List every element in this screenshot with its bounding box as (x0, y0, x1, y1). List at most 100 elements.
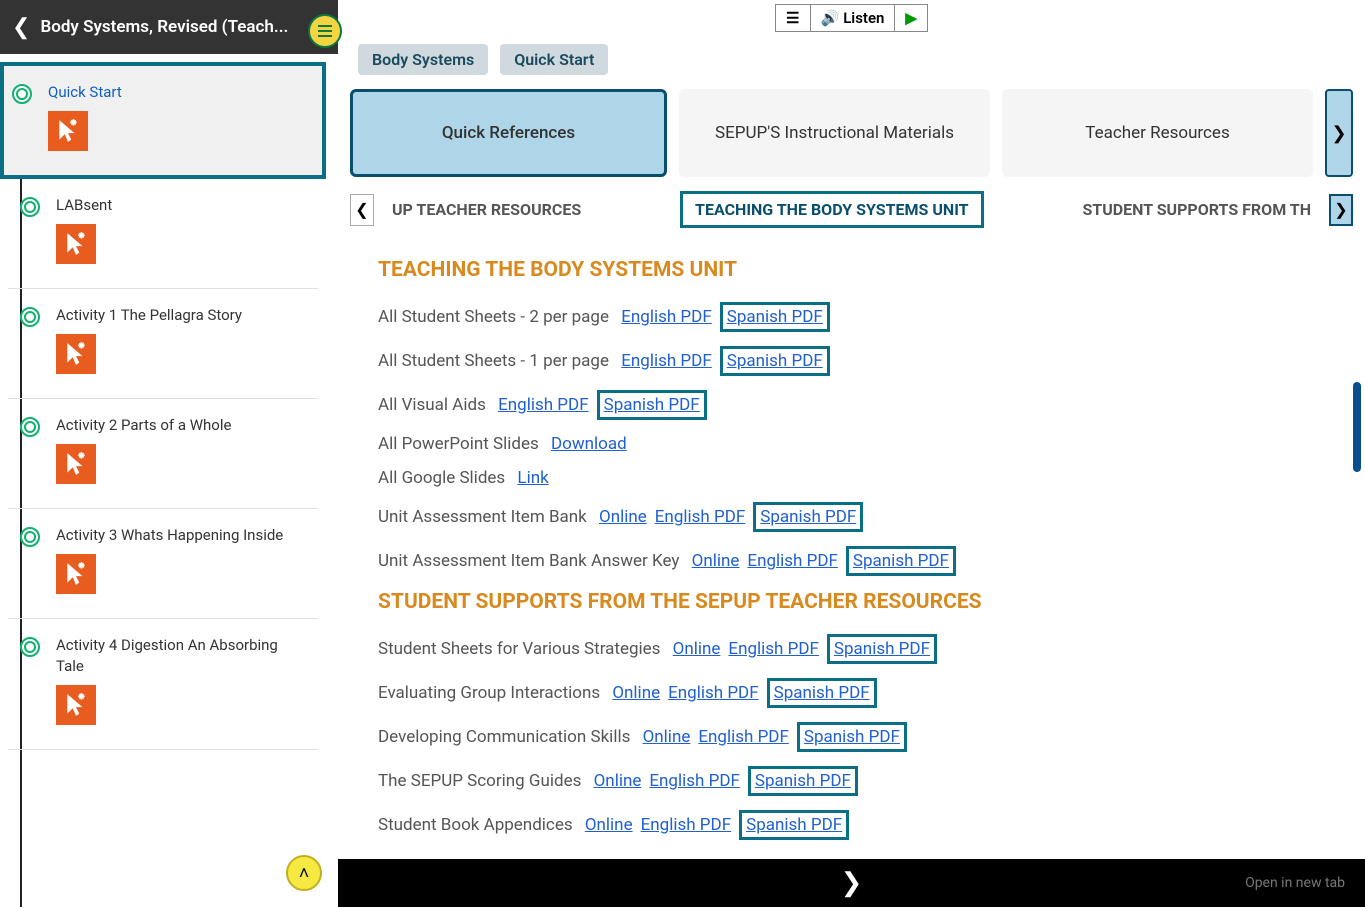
chevron-up-icon: ˄ (299, 863, 310, 884)
resource-link[interactable]: Online (599, 507, 647, 527)
subnav-items: UP TEACHER RESOURCES TEACHING THE BODY S… (386, 191, 1317, 228)
nav-marker-icon (20, 417, 40, 437)
sidebar-item[interactable]: Activity 1 The Pellagra Story (8, 289, 318, 399)
nav-label: LABsent (56, 195, 298, 216)
sidebar-item[interactable]: Quick Start (0, 62, 326, 179)
resource-label: All Google Slides (378, 468, 505, 488)
nav-label: Activity 3 Whats Happening Inside (56, 525, 298, 546)
resource-link[interactable]: English PDF (747, 551, 838, 571)
resource-link[interactable]: English PDF (668, 683, 759, 703)
tab-instructional-materials[interactable]: SEPUP'S Instructional Materials (679, 89, 990, 177)
resource-link[interactable]: Spanish PDF (753, 502, 863, 532)
resource-label: All Student Sheets - 1 per page (378, 351, 609, 371)
resource-link[interactable]: Spanish PDF (767, 678, 877, 708)
nav-label: Activity 2 Parts of a Whole (56, 415, 298, 436)
subnav-item-active[interactable]: TEACHING THE BODY SYSTEMS UNIT (680, 191, 984, 228)
chevron-right-icon: ❯ (1331, 123, 1346, 144)
resource-label: Unit Assessment Item Bank Answer Key (378, 551, 679, 571)
resource-link[interactable]: Spanish PDF (739, 810, 849, 840)
hamburger-icon (318, 25, 332, 37)
resource-row: The SEPUP Scoring Guides Online English P… (378, 766, 1325, 796)
listen-button[interactable]: 🔊 Listen (811, 5, 896, 31)
activity-icon (48, 111, 88, 151)
resource-link[interactable]: Link (517, 468, 548, 488)
sidebar-item[interactable]: Activity 2 Parts of a Whole (8, 399, 318, 509)
content-area[interactable]: TEACHING THE BODY SYSTEMS UNITAll Studen… (338, 242, 1365, 859)
resource-link[interactable]: Spanish PDF (720, 302, 830, 332)
collapse-button[interactable]: ˄ (286, 855, 322, 891)
tab-teacher-resources[interactable]: Teacher Resources (1002, 89, 1313, 177)
resource-link[interactable]: Online (673, 639, 721, 659)
resource-row: Developing Communication Skills OnlineEn… (378, 722, 1325, 752)
nav-marker-icon (20, 527, 40, 547)
breadcrumb-item[interactable]: Quick Start (500, 44, 608, 75)
activity-icon (56, 685, 96, 725)
subnav-item[interactable]: STUDENT SUPPORTS FROM TH (1076, 200, 1317, 219)
resource-label: Unit Assessment Item Bank (378, 507, 587, 527)
resource-link[interactable]: Spanish PDF (748, 766, 858, 796)
nav-marker-icon (20, 637, 40, 657)
resource-label: All PowerPoint Slides (378, 434, 539, 454)
nav-marker-icon (20, 197, 40, 217)
resource-link[interactable]: Online (594, 771, 642, 791)
play-button[interactable]: ▶ (895, 5, 927, 31)
resource-link[interactable]: Spanish PDF (720, 346, 830, 376)
resource-link[interactable]: Online (692, 551, 740, 571)
resource-link[interactable]: Online (612, 683, 660, 703)
resource-row: All Visual Aids English PDFSpanish PDF (378, 390, 1325, 420)
resource-label: The SEPUP Scoring Guides (378, 771, 581, 791)
scroll-indicator[interactable] (1353, 382, 1361, 472)
resource-row: Unit Assessment Item Bank Online English … (378, 502, 1325, 532)
activity-icon (56, 444, 96, 484)
resource-row: Unit Assessment Item Bank Answer Key Onl… (378, 546, 1325, 576)
open-new-tab-link[interactable]: Open in new tab (1245, 875, 1345, 891)
audio-menu-button[interactable]: ☰ (776, 5, 810, 31)
resource-link[interactable]: Online (643, 727, 691, 747)
nav-marker-icon (20, 307, 40, 327)
audio-controls: ☰ 🔊 Listen ▶ (775, 4, 928, 32)
resource-link[interactable]: English PDF (621, 307, 712, 327)
resource-link[interactable]: Download (551, 434, 627, 454)
listen-label: Listen (843, 9, 884, 27)
tabs-next-button[interactable]: ❯ (1325, 89, 1353, 177)
sidebar-item[interactable]: LABsent (8, 179, 318, 289)
resource-link[interactable]: English PDF (641, 815, 732, 835)
speaker-icon: 🔊 (821, 9, 840, 27)
main-area: ☰ 🔊 Listen ▶ Body Systems Quick Start Qu… (338, 0, 1365, 907)
tab-quick-references[interactable]: Quick References (350, 89, 667, 177)
resource-link[interactable]: English PDF (621, 351, 712, 371)
resource-link[interactable]: English PDF (498, 395, 589, 415)
resource-row: Student Sheets for Various Strategies On… (378, 634, 1325, 664)
audio-bar: ☰ 🔊 Listen ▶ (338, 0, 1365, 36)
sidebar-item[interactable]: Activity 3 Whats Happening Inside (8, 509, 318, 619)
footer-next-button[interactable]: ❯ (841, 868, 863, 898)
back-icon[interactable]: ❮ (12, 15, 30, 40)
resource-link[interactable]: English PDF (649, 771, 740, 791)
resource-label: Student Book Appendices (378, 815, 573, 835)
play-icon: ▶ (905, 9, 917, 27)
resource-label: Student Sheets for Various Strategies (378, 639, 660, 659)
resource-link[interactable]: English PDF (655, 507, 746, 527)
subnav-next-button[interactable]: ❯ (1329, 194, 1353, 226)
resource-row: All PowerPoint Slides Download (378, 434, 1325, 454)
resource-label: All Student Sheets - 2 per page (378, 307, 609, 327)
sidebar-title: Body Systems, Revised (Teach... (40, 17, 288, 37)
nav-label: Activity 4 Digestion An Absorbing Tale (56, 635, 298, 677)
breadcrumb-item[interactable]: Body Systems (358, 44, 488, 75)
sidebar-item[interactable]: Activity 4 Digestion An Absorbing Tale (8, 619, 318, 750)
resource-link[interactable]: Spanish PDF (797, 722, 907, 752)
resource-row: Evaluating Group Interactions OnlineEngl… (378, 678, 1325, 708)
resource-row: All Student Sheets - 1 per page English … (378, 346, 1325, 376)
toc-toggle-button[interactable] (308, 14, 342, 48)
resource-link[interactable]: Online (585, 815, 633, 835)
subnav-item[interactable]: UP TEACHER RESOURCES (386, 200, 587, 219)
subnav: ❮ UP TEACHER RESOURCES TEACHING THE BODY… (338, 177, 1365, 242)
sidebar-content[interactable]: Quick Start LABsent Activity 1 The Pellagr… (0, 54, 338, 907)
subnav-prev-button[interactable]: ❮ (350, 194, 374, 226)
resource-row: Student Book Appendices Online English PD… (378, 810, 1325, 840)
resource-link[interactable]: English PDF (728, 639, 819, 659)
resource-link[interactable]: Spanish PDF (827, 634, 937, 664)
resource-link[interactable]: Spanish PDF (597, 390, 707, 420)
resource-link[interactable]: Spanish PDF (846, 546, 956, 576)
resource-link[interactable]: English PDF (698, 727, 789, 747)
